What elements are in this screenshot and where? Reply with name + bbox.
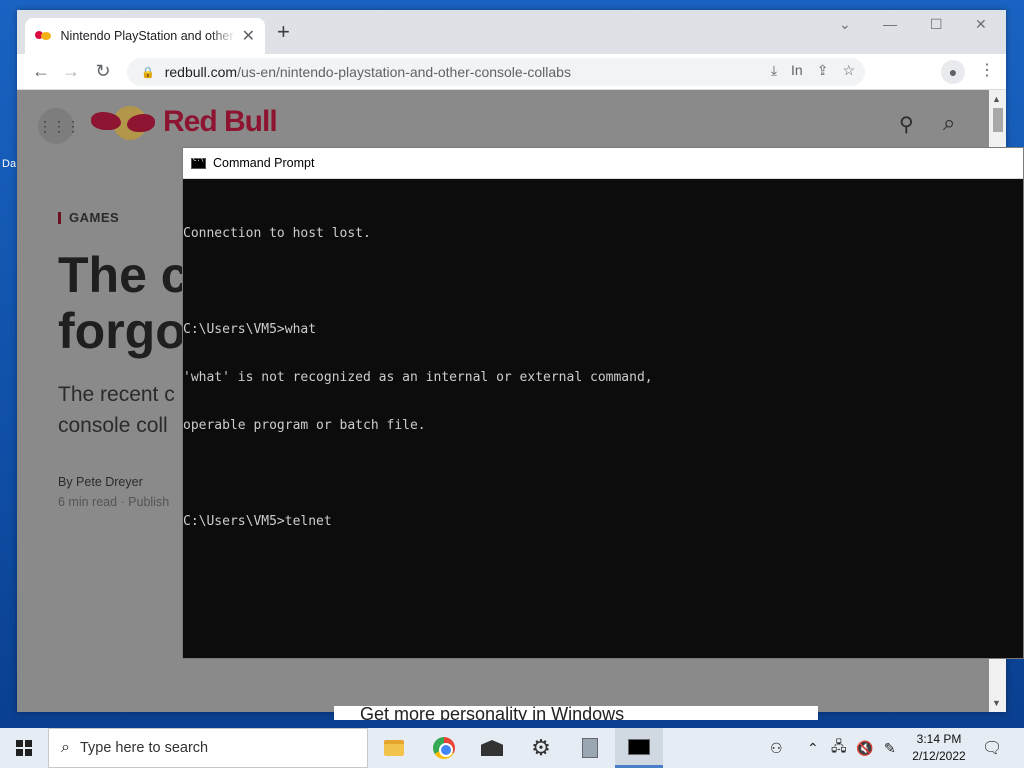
maximize-button[interactable]: ☐ [930, 16, 943, 33]
recycle-bin-icon [582, 738, 598, 758]
console-line: 'what' is not recognized as an internal … [183, 370, 653, 385]
brand-name: Red Bull [163, 105, 278, 138]
notification-center-icon[interactable]: 🗨 [982, 738, 1002, 758]
tab-close-icon[interactable]: ✕ [242, 26, 255, 46]
chrome-icon [433, 737, 455, 759]
reload-button[interactable]: ↻ [91, 60, 115, 82]
cmd-app-icon [191, 156, 206, 169]
show-hidden-icons-icon[interactable]: ⌃ [807, 728, 819, 768]
desktop-icon-label[interactable]: Da [2, 158, 16, 170]
article-byline[interactable]: By Pete Dreyer [58, 475, 188, 489]
mail-icon [481, 740, 503, 756]
gear-icon: ⚙ [531, 735, 551, 760]
console-line: Connection to host lost. [183, 226, 371, 241]
console-line: C:\Users\VM5>what [183, 322, 317, 337]
network-icon[interactable]: 🖧 [831, 728, 847, 768]
chrome-taskbar-button[interactable] [420, 728, 468, 768]
scroll-thumb[interactable] [993, 108, 1003, 132]
windows-logo-icon [16, 740, 32, 756]
address-bar[interactable]: 🔒 redbull.com/us-en/nintendo-playstation… [127, 58, 865, 86]
omnibox-extra-label[interactable]: In [791, 62, 803, 79]
tab-title: Nintendo PlayStation and other c [60, 29, 236, 43]
share-icon[interactable]: ⇪ [817, 62, 829, 79]
search-placeholder: Type here to search [79, 740, 209, 756]
windows-personality-banner: Get more personality in Windows [334, 706, 818, 720]
forward-button[interactable]: → [59, 60, 83, 82]
bookmark-star-icon[interactable]: ☆ [842, 62, 855, 79]
article-headline: The c forgo [58, 247, 188, 359]
url-path: /us-en/nintendo-playstation-and-other-co… [237, 64, 571, 80]
tab-bar: Nintendo PlayStation and other c ✕ + ⌄ —… [17, 10, 1006, 54]
file-explorer-taskbar-button[interactable] [370, 728, 418, 768]
url-host: redbull.com [164, 64, 238, 80]
cmd-icon [628, 738, 650, 755]
cmd-taskbar-button[interactable] [615, 728, 663, 768]
scroll-down-icon[interactable]: ▼ [992, 698, 1001, 708]
command-prompt-window[interactable]: Command Prompt Connection to host lost. … [182, 147, 1024, 659]
taskbar: ⌕ Type here to search ⚙ ⚇ ⌃ 🖧 🔇 ✎ 3:14 P… [0, 728, 1024, 768]
article-category[interactable]: GAMES [58, 210, 188, 225]
folder-icon [384, 740, 404, 756]
apps-grid-icon[interactable]: ⋮⋮⋮ [38, 108, 80, 144]
browser-menu-icon[interactable]: ⋮ [979, 60, 995, 80]
minimize-button[interactable]: — [883, 16, 897, 32]
taskbar-clock[interactable]: 3:14 PM 2/12/2022 [906, 731, 972, 765]
user-account-icon[interactable]: ⚲ [899, 112, 914, 137]
console-line: operable program or batch file. [183, 418, 426, 433]
taskbar-search-box[interactable]: ⌕ Type here to search [48, 728, 368, 768]
volume-muted-icon[interactable]: 🔇 [856, 728, 873, 768]
profile-avatar[interactable]: ● [941, 60, 965, 84]
article-subhead: The recent c console coll [58, 383, 175, 437]
browser-toolbar: ← → ↻ 🔒 redbull.com/us-en/nintendo-plays… [17, 54, 1006, 90]
clock-time: 3:14 PM [916, 732, 962, 746]
site-search-icon[interactable]: ⌕ [943, 110, 955, 136]
browser-tab[interactable]: Nintendo PlayStation and other c ✕ [25, 18, 265, 54]
clock-date: 2/12/2022 [912, 749, 966, 763]
pen-workspace-icon[interactable]: ✎ [884, 728, 896, 768]
redbull-favicon-icon [35, 30, 53, 42]
install-app-icon[interactable]: ⤓ [771, 62, 777, 79]
search-icon: ⌕ [61, 739, 70, 756]
people-icon[interactable]: ⚇ [770, 728, 783, 768]
mail-taskbar-button[interactable] [468, 728, 516, 768]
tab-search-icon[interactable]: ⌄ [839, 16, 851, 33]
settings-taskbar-button[interactable]: ⚙ [517, 728, 565, 768]
back-button[interactable]: ← [29, 60, 53, 82]
article-meta: 6 min read · Publish [58, 495, 170, 509]
cmd-title: Command Prompt [213, 156, 315, 170]
console-input-line[interactable]: C:\Users\VM5>telnet [183, 514, 1023, 530]
lock-icon[interactable]: 🔒 [141, 66, 155, 79]
cmd-titlebar[interactable]: Command Prompt [183, 148, 1023, 179]
close-window-button[interactable]: ✕ [975, 16, 987, 33]
bull-logo-icon [91, 104, 155, 140]
article: GAMES The c forgo The recent c console c… [58, 210, 188, 509]
start-button[interactable] [0, 728, 48, 768]
cmd-console-output[interactable]: Connection to host lost. C:\Users\VM5>wh… [183, 179, 1023, 562]
redbull-logo[interactable]: Red Bull [91, 104, 278, 140]
recycle-taskbar-button[interactable] [566, 728, 614, 768]
scroll-up-icon[interactable]: ▲ [992, 94, 1001, 104]
new-tab-button[interactable]: + [277, 21, 290, 43]
